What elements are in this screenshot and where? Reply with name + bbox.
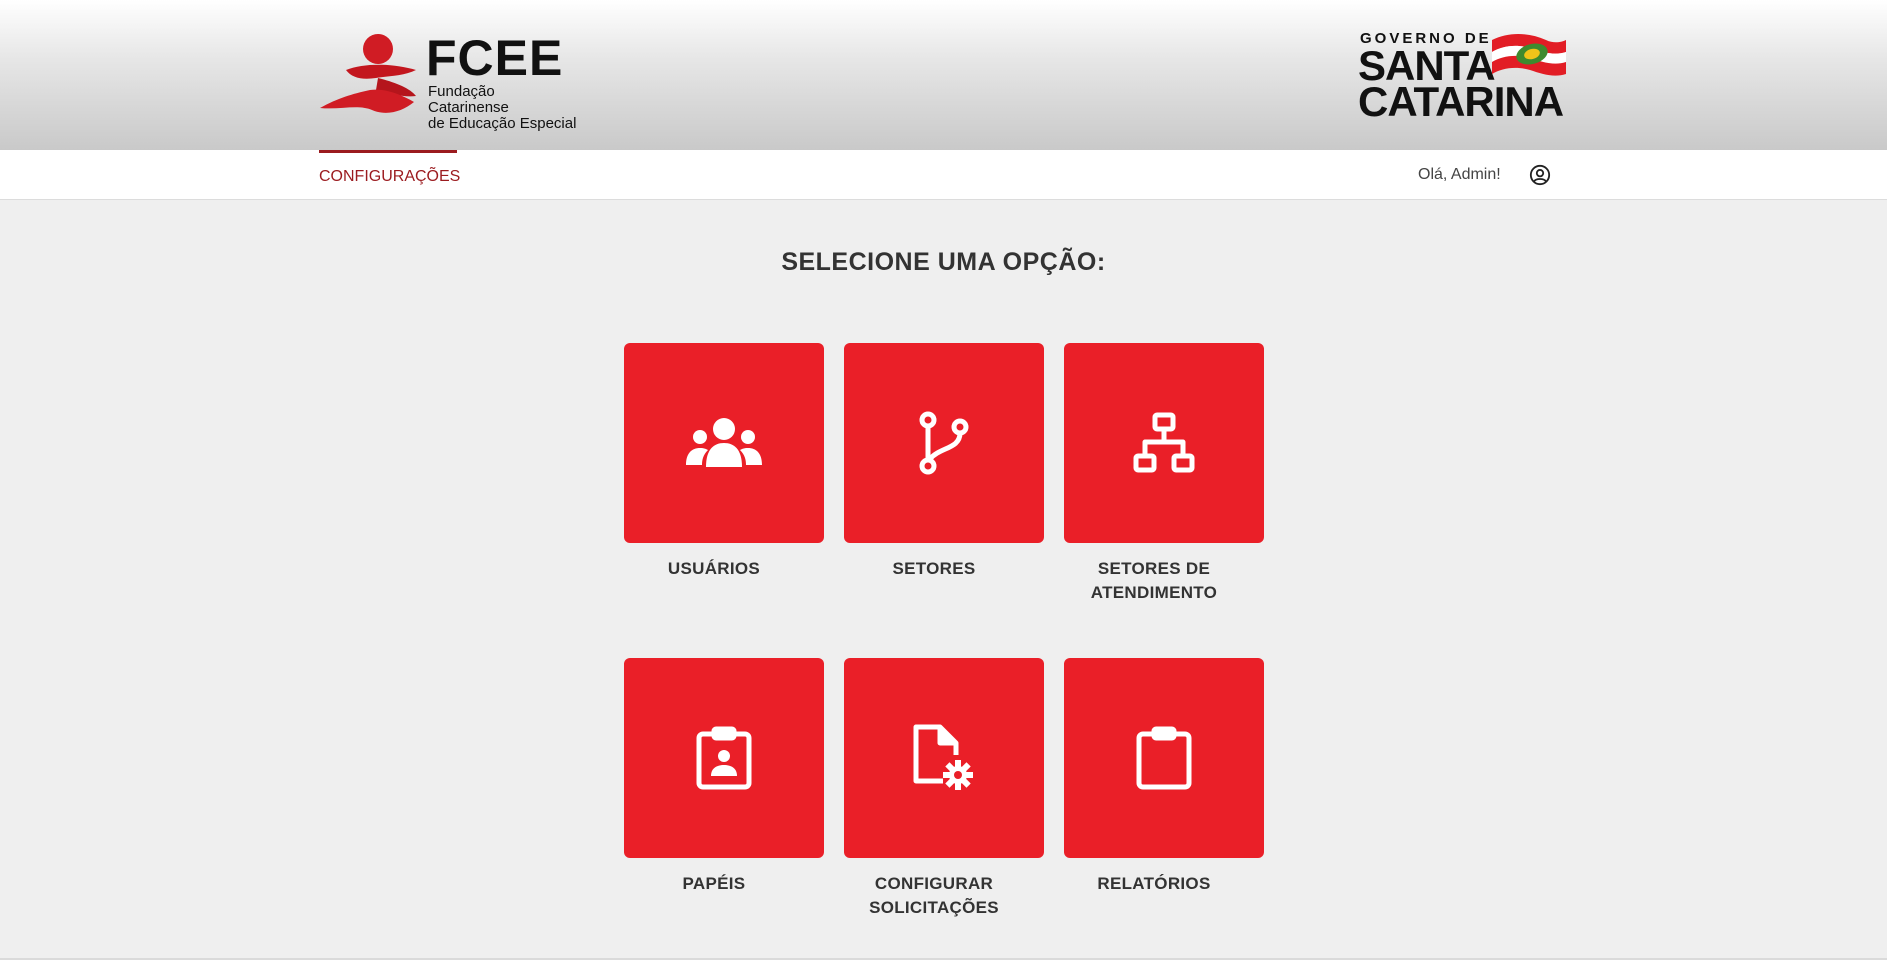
user-circle-icon[interactable]	[1529, 164, 1551, 186]
option-label-line1: PAPÉIS	[682, 874, 746, 893]
fcee-logo[interactable]: FCEE Fundação Catarinense de Educação Es…	[318, 30, 578, 132]
navbar: CONFIGURAÇÕES Olá, Admin!	[0, 150, 1887, 200]
option-label-line1: SETORES	[892, 559, 976, 578]
fcee-subtitle-line1: Fundação Catarinense	[428, 83, 509, 116]
user-greeting: Olá, Admin!	[1418, 166, 1501, 183]
page-title: SELECIONE UMA OPÇÃO:	[781, 248, 1106, 276]
clipboard-user-icon	[696, 726, 752, 790]
fcee-figure-icon	[320, 34, 416, 113]
clipboard-icon	[1136, 726, 1192, 790]
option-label-line2: SOLICITAÇÕES	[869, 898, 999, 917]
fcee-logo-subtitle: Fundação Catarinense de Educação Especia…	[428, 84, 578, 132]
option-usuarios[interactable]: USUÁRIOS	[624, 343, 824, 581]
option-label-line1: RELATÓRIOS	[1097, 874, 1211, 893]
fcee-logo-title: FCEE	[426, 30, 564, 86]
sc-flag-icon	[1492, 34, 1566, 76]
option-label-line1: SETORES DE	[1097, 559, 1211, 578]
option-relatorios[interactable]: RELATÓRIOS	[1064, 658, 1264, 896]
option-setores[interactable]: SETORES	[844, 343, 1044, 581]
option-papeis-box[interactable]	[624, 658, 824, 858]
option-usuarios-box[interactable]	[624, 343, 824, 543]
option-label: RELATÓRIOS	[1064, 872, 1244, 896]
option-setores-atendimento-box[interactable]	[1064, 343, 1264, 543]
sitemap-icon	[1133, 412, 1195, 473]
option-label: USUÁRIOS	[624, 557, 804, 581]
header-banner: FCEE Fundação Catarinense de Educação Es…	[0, 0, 1887, 150]
gov-logo-line2: CATARINA	[1358, 78, 1564, 125]
branch-icon	[919, 411, 969, 475]
option-configurar-solicitacoes[interactable]: CONFIGURAR SOLICITAÇÕES	[844, 658, 1044, 920]
option-label: PAPÉIS	[624, 872, 804, 896]
option-label-line1: CONFIGURAR	[874, 874, 994, 893]
option-label: SETORES	[844, 557, 1024, 581]
option-papeis[interactable]: PAPÉIS	[624, 658, 824, 896]
file-gear-icon	[913, 724, 973, 790]
option-label-line2: ATENDIMENTO	[1090, 583, 1218, 602]
option-label: CONFIGURAR SOLICITAÇÕES	[844, 872, 1024, 920]
option-relatorios-box[interactable]	[1064, 658, 1264, 858]
option-setores-box[interactable]	[844, 343, 1044, 543]
option-label: SETORES DE ATENDIMENTO	[1064, 557, 1244, 605]
users-icon	[686, 418, 762, 467]
governo-sc-logo[interactable]: GOVERNO DE SANTA CATARINA	[1358, 30, 1570, 125]
fcee-subtitle-line2: de Educação Especial	[428, 115, 577, 132]
tab-configuracoes[interactable]: CONFIGURAÇÕES	[319, 150, 460, 200]
option-configurar-solicitacoes-box[interactable]	[844, 658, 1044, 858]
option-label-line1: USUÁRIOS	[667, 559, 761, 578]
option-setores-de-atendimento[interactable]: SETORES DE ATENDIMENTO	[1064, 343, 1264, 605]
